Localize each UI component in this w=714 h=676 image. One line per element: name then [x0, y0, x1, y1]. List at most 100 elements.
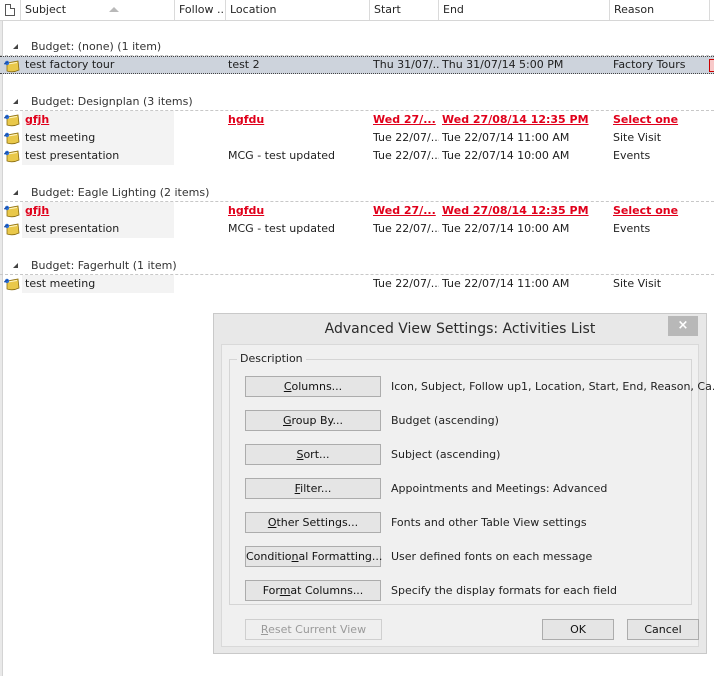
start-cell: Tue 22/07/... — [373, 131, 439, 144]
end-cell: Tue 22/07/14 10:00 AM — [442, 149, 570, 162]
location-cell: hgfdu — [228, 113, 265, 126]
location-cell: hgfdu — [228, 204, 265, 217]
collapse-triangle-icon[interactable] — [13, 99, 18, 104]
table-row[interactable]: gfjh hgfdu Wed 27/... Wed 27/08/14 12:35 PM… — [0, 111, 714, 129]
column-header-categories[interactable] — [709, 0, 714, 20]
table-row[interactable]: test factory tour test 2 Thu 31/07/... Thu … — [0, 56, 714, 74]
collapse-triangle-icon[interactable] — [13, 263, 18, 268]
group-header-label: Budget: Designplan (3 items) — [31, 95, 193, 108]
appointment-icon — [3, 149, 20, 163]
setting-button[interactable]: Group By... — [245, 410, 381, 431]
setting-button[interactable]: Sort... — [245, 444, 381, 465]
column-header-reason[interactable]: Reason — [609, 0, 709, 20]
subject-cell: gfjh — [25, 204, 50, 217]
column-header-location[interactable]: Location — [225, 0, 369, 20]
dialog-body: Description Columns... Icon, Subject, Fol… — [221, 344, 714, 647]
setting-description: Icon, Subject, Follow up1, Location, Sta… — [391, 380, 714, 393]
description-group: Description Columns... Icon, Subject, Fol… — [229, 353, 714, 605]
column-header-reason-label: Reason — [614, 3, 655, 16]
sort-ascending-icon — [109, 7, 119, 12]
table-row[interactable]: gfjh hgfdu Wed 27/... Wed 27/08/14 12:35 PM… — [0, 202, 714, 220]
setting-button-label-key: C — [283, 380, 292, 393]
column-header-start-label: Start — [374, 3, 401, 16]
subject-cell: test presentation — [25, 222, 120, 235]
table-row[interactable]: test presentation MCG - test updated Tue 2… — [0, 220, 714, 238]
description-label: Description — [237, 353, 306, 365]
group-header-label: Budget: Eagle Lighting (2 items) — [31, 186, 210, 199]
reason-cell: Select one — [613, 204, 679, 217]
setting-button-label-pre: For — [262, 584, 280, 597]
reason-cell: Select one — [613, 113, 679, 126]
end-cell: Wed 27/08/14 12:35 PM — [442, 204, 589, 217]
appointment-icon — [3, 277, 20, 291]
setting-button[interactable]: Filter... — [245, 478, 381, 499]
group-header-label: Budget: (none) (1 item) — [31, 40, 162, 53]
subject-cell: gfjh — [25, 113, 50, 126]
setting-button[interactable]: Format Columns... — [245, 580, 381, 601]
cancel-button[interactable]: Cancel — [627, 619, 699, 640]
setting-description: Subject (ascending) — [391, 448, 501, 461]
column-header-end[interactable]: End — [438, 0, 609, 20]
location-cell: MCG - test updated — [228, 149, 336, 162]
setting-description: Fonts and other Table View settings — [391, 516, 587, 529]
end-cell: Wed 27/08/14 12:35 PM — [442, 113, 589, 126]
column-header-bar: Subject Follow ... Location Start End Re… — [0, 0, 714, 21]
close-button[interactable]: × — [668, 316, 698, 336]
setting-button-label-post: ilter... — [300, 482, 332, 495]
subject-cell: test meeting — [25, 277, 96, 290]
start-cell: Wed 27/... — [373, 204, 436, 217]
column-header-subject-label: Subject — [25, 3, 67, 16]
group-budget: Budget: Designplan (3 items) gfjh hgfdu Wed… — [0, 93, 714, 165]
group-header[interactable]: Budget: Fagerhult (1 item) — [0, 257, 714, 275]
column-header-follow-label: Follow ... — [179, 3, 225, 16]
setting-button[interactable]: Conditional Formatting... — [245, 546, 383, 567]
category-color-icon — [709, 59, 714, 72]
column-header-start[interactable]: Start — [369, 0, 438, 20]
appointment-icon — [3, 113, 20, 127]
setting-description: User defined fonts on each message — [391, 550, 593, 563]
subject-cell: test factory tour — [25, 58, 115, 71]
appointment-icon — [3, 222, 20, 236]
document-icon — [5, 4, 15, 16]
setting-button-label-post: al Formatting... — [298, 550, 383, 563]
reason-cell: Factory Tours — [613, 58, 686, 71]
setting-button-label-key: m — [279, 584, 291, 597]
column-header-follow[interactable]: Follow ... — [174, 0, 225, 20]
reason-cell: Events — [613, 149, 651, 162]
setting-description: Appointments and Meetings: Advanced — [391, 482, 608, 495]
ok-button[interactable]: OK — [542, 619, 614, 640]
close-icon: × — [677, 318, 689, 333]
column-header-subject[interactable]: Subject — [20, 0, 174, 20]
reset-label-key: R — [260, 623, 269, 636]
appointment-icon — [3, 59, 20, 73]
start-cell: Tue 22/07/... — [373, 149, 439, 162]
dialog-title: Advanced View Settings: Activities List — [324, 321, 596, 337]
setting-description: Specify the display formats for each fie… — [391, 584, 617, 597]
collapse-triangle-icon[interactable] — [13, 190, 18, 195]
table-row[interactable]: test meeting Tue 22/07/... Tue 22/07/14 11… — [0, 129, 714, 147]
location-cell: MCG - test updated — [228, 222, 336, 235]
location-cell: test 2 — [228, 58, 260, 71]
end-cell: Tue 22/07/14 10:00 AM — [442, 222, 570, 235]
start-cell: Wed 27/... — [373, 113, 436, 126]
group-header[interactable]: Budget: Eagle Lighting (2 items) — [0, 184, 714, 202]
group-header[interactable]: Budget: Designplan (3 items) — [0, 93, 714, 111]
group-budget: Budget: (none) (1 item) test factory tour… — [0, 38, 714, 74]
setting-button[interactable]: Other Settings... — [245, 512, 381, 533]
reason-cell: Site Visit — [613, 131, 662, 144]
table-row[interactable]: test meeting Tue 22/07/... Tue 22/07/14 11… — [0, 275, 714, 293]
setting-button[interactable]: Columns... — [245, 376, 381, 397]
group-budget: Budget: Eagle Lighting (2 items) gfjh hgfd… — [0, 184, 714, 238]
column-header-location-label: Location — [230, 3, 277, 16]
setting-button-label-key: G — [283, 414, 292, 427]
setting-button-label-pre: Conditio — [246, 550, 292, 563]
collapse-triangle-icon[interactable] — [13, 44, 18, 49]
setting-button-label-post: roup By... — [291, 414, 343, 427]
table-row[interactable]: test presentation MCG - test updated Tue 2… — [0, 147, 714, 165]
setting-button-label-post: ther Settings... — [276, 516, 359, 529]
setting-button-label-post: olumns... — [291, 380, 343, 393]
column-header-icon[interactable] — [0, 0, 20, 20]
group-header[interactable]: Budget: (none) (1 item) — [0, 38, 714, 56]
reset-current-view-button[interactable]: Reset Current View — [245, 619, 382, 640]
reason-cell: Site Visit — [613, 277, 662, 290]
